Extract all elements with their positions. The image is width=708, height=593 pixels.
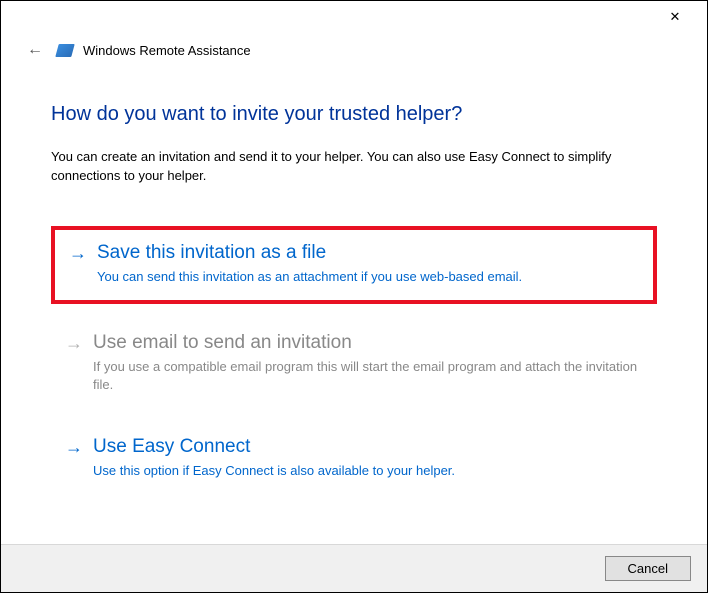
arrow-right-icon: →	[69, 244, 87, 262]
content-area: How do you want to invite your trusted h…	[1, 63, 707, 494]
option-easy-connect[interactable]: → Use Easy Connect Use this option if Ea…	[51, 426, 657, 494]
app-title: Windows Remote Assistance	[83, 43, 251, 58]
arrow-right-icon: →	[65, 438, 83, 456]
option-email: → Use email to send an invitation If you…	[51, 322, 657, 408]
app-icon	[55, 44, 74, 57]
cancel-button[interactable]: Cancel	[605, 556, 691, 581]
option-title: Use Easy Connect	[93, 436, 250, 458]
option-subtitle: If you use a compatible email program th…	[65, 358, 643, 394]
option-subtitle: Use this option if Easy Connect is also …	[65, 462, 643, 480]
option-header: → Use email to send an invitation	[65, 332, 643, 354]
option-title: Save this invitation as a file	[97, 242, 326, 264]
close-button[interactable]: ✕	[661, 3, 689, 31]
option-subtitle: You can send this invitation as an attac…	[69, 268, 639, 286]
page-heading: How do you want to invite your trusted h…	[51, 103, 657, 126]
option-save-file[interactable]: → Save this invitation as a file You can…	[51, 226, 657, 304]
option-header: → Use Easy Connect	[65, 436, 643, 458]
option-header: → Save this invitation as a file	[69, 242, 639, 264]
header: ← Windows Remote Assistance	[1, 33, 707, 63]
arrow-right-icon: →	[65, 334, 83, 352]
titlebar: ✕	[1, 1, 707, 33]
footer: Cancel	[1, 544, 707, 592]
close-icon: ✕	[670, 9, 681, 25]
page-description: You can create an invitation and send it…	[51, 148, 657, 186]
back-button[interactable]: ←	[23, 37, 47, 63]
option-title: Use email to send an invitation	[93, 332, 352, 354]
